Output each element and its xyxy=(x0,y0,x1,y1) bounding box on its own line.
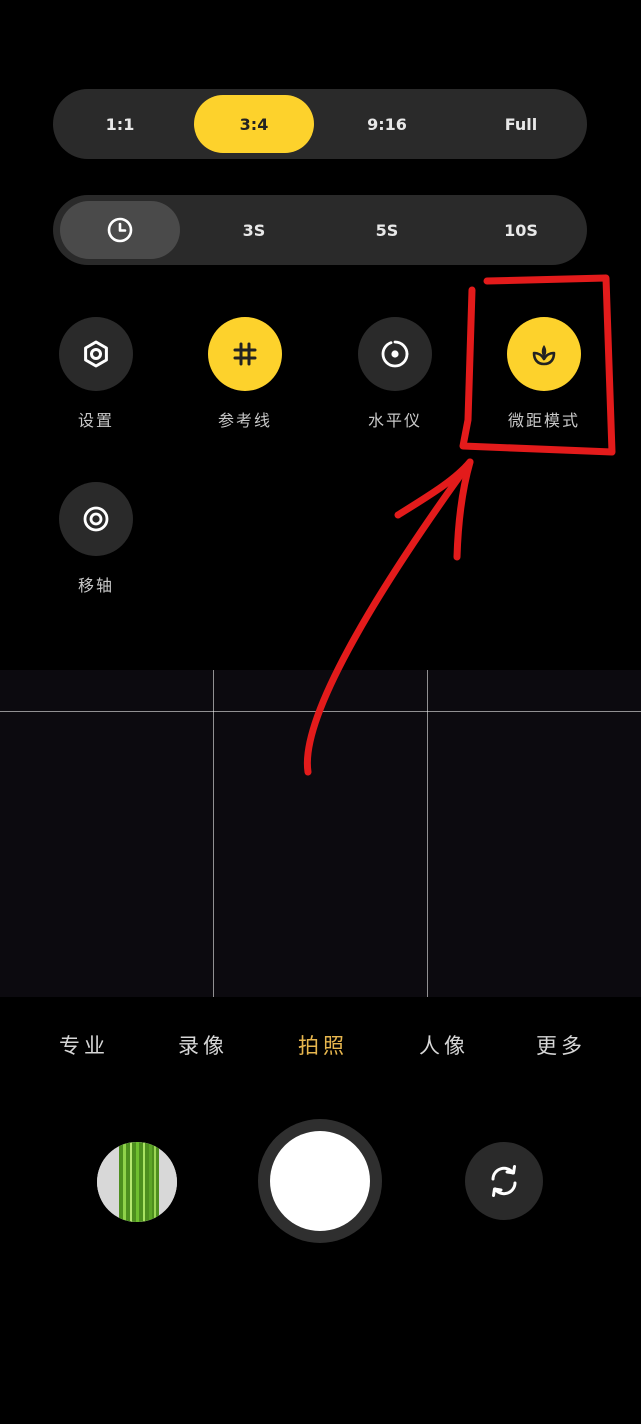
tool-tilt-shift[interactable]: 移轴 xyxy=(41,482,151,596)
mode-more[interactable]: 更多 xyxy=(536,1030,586,1060)
tilt-shift-icon xyxy=(83,506,109,532)
macro-flower-icon xyxy=(532,345,556,366)
shutter-button[interactable] xyxy=(258,1119,382,1243)
timer-option-3s[interactable]: 3S xyxy=(194,201,314,259)
shutter-button-inner xyxy=(270,1131,370,1231)
gridlines-button[interactable] xyxy=(208,317,282,391)
level-button[interactable] xyxy=(358,317,432,391)
gallery-thumbnail[interactable] xyxy=(97,1142,177,1222)
tool-level[interactable]: 水平仪 xyxy=(340,317,450,431)
mode-selector: 专业 录像 拍照 人像 更多 xyxy=(0,1030,641,1060)
settings-button[interactable] xyxy=(59,317,133,391)
macro-button[interactable] xyxy=(507,317,581,391)
tool-macro[interactable]: 微距模式 xyxy=(489,317,599,431)
clock-icon xyxy=(107,217,133,243)
camera-viewfinder[interactable] xyxy=(0,670,641,997)
timer-option-10s[interactable]: 10S xyxy=(461,201,581,259)
tool-label-macro: 微距模式 xyxy=(507,411,580,430)
tool-gridlines[interactable]: 参考线 xyxy=(190,317,300,431)
tool-label-gridlines: 参考线 xyxy=(217,411,272,430)
timer-selector: 3S 5S 10S xyxy=(53,195,587,265)
grid-icon xyxy=(233,342,257,366)
ratio-option-9-16[interactable]: 9:16 xyxy=(327,95,447,153)
settings-panel: 1:1 3:4 9:16 Full 3S 5S 10S 设置 参考线 水平仪 微… xyxy=(0,0,641,670)
tool-label-settings: 设置 xyxy=(77,411,114,430)
ratio-option-3-4[interactable]: 3:4 xyxy=(194,95,314,153)
tool-settings[interactable]: 设置 xyxy=(41,317,151,431)
tool-label-level: 水平仪 xyxy=(367,411,422,430)
tilt-shift-button[interactable] xyxy=(59,482,133,556)
grid-line-vertical-2 xyxy=(427,670,428,997)
camera-switch-icon xyxy=(491,1165,517,1197)
ratio-option-full[interactable]: Full xyxy=(461,95,581,153)
mode-video[interactable]: 录像 xyxy=(178,1030,228,1060)
tool-label-tilt-shift: 移轴 xyxy=(77,576,114,595)
mode-pro[interactable]: 专业 xyxy=(59,1030,109,1060)
timer-off-button[interactable] xyxy=(60,201,180,259)
aspect-ratio-selector: 1:1 3:4 9:16 Full xyxy=(53,89,587,159)
ratio-option-1-1[interactable]: 1:1 xyxy=(60,95,180,153)
level-icon xyxy=(381,340,409,368)
mode-portrait[interactable]: 人像 xyxy=(419,1030,469,1060)
switch-camera-button[interactable] xyxy=(465,1142,543,1220)
timer-option-5s[interactable]: 5S xyxy=(327,201,447,259)
grid-line-horizontal-1 xyxy=(0,711,641,712)
gear-icon xyxy=(84,340,108,368)
grid-line-vertical-1 xyxy=(213,670,214,997)
photo-preview-image xyxy=(97,1142,177,1222)
mode-photo[interactable]: 拍照 xyxy=(298,1030,348,1060)
